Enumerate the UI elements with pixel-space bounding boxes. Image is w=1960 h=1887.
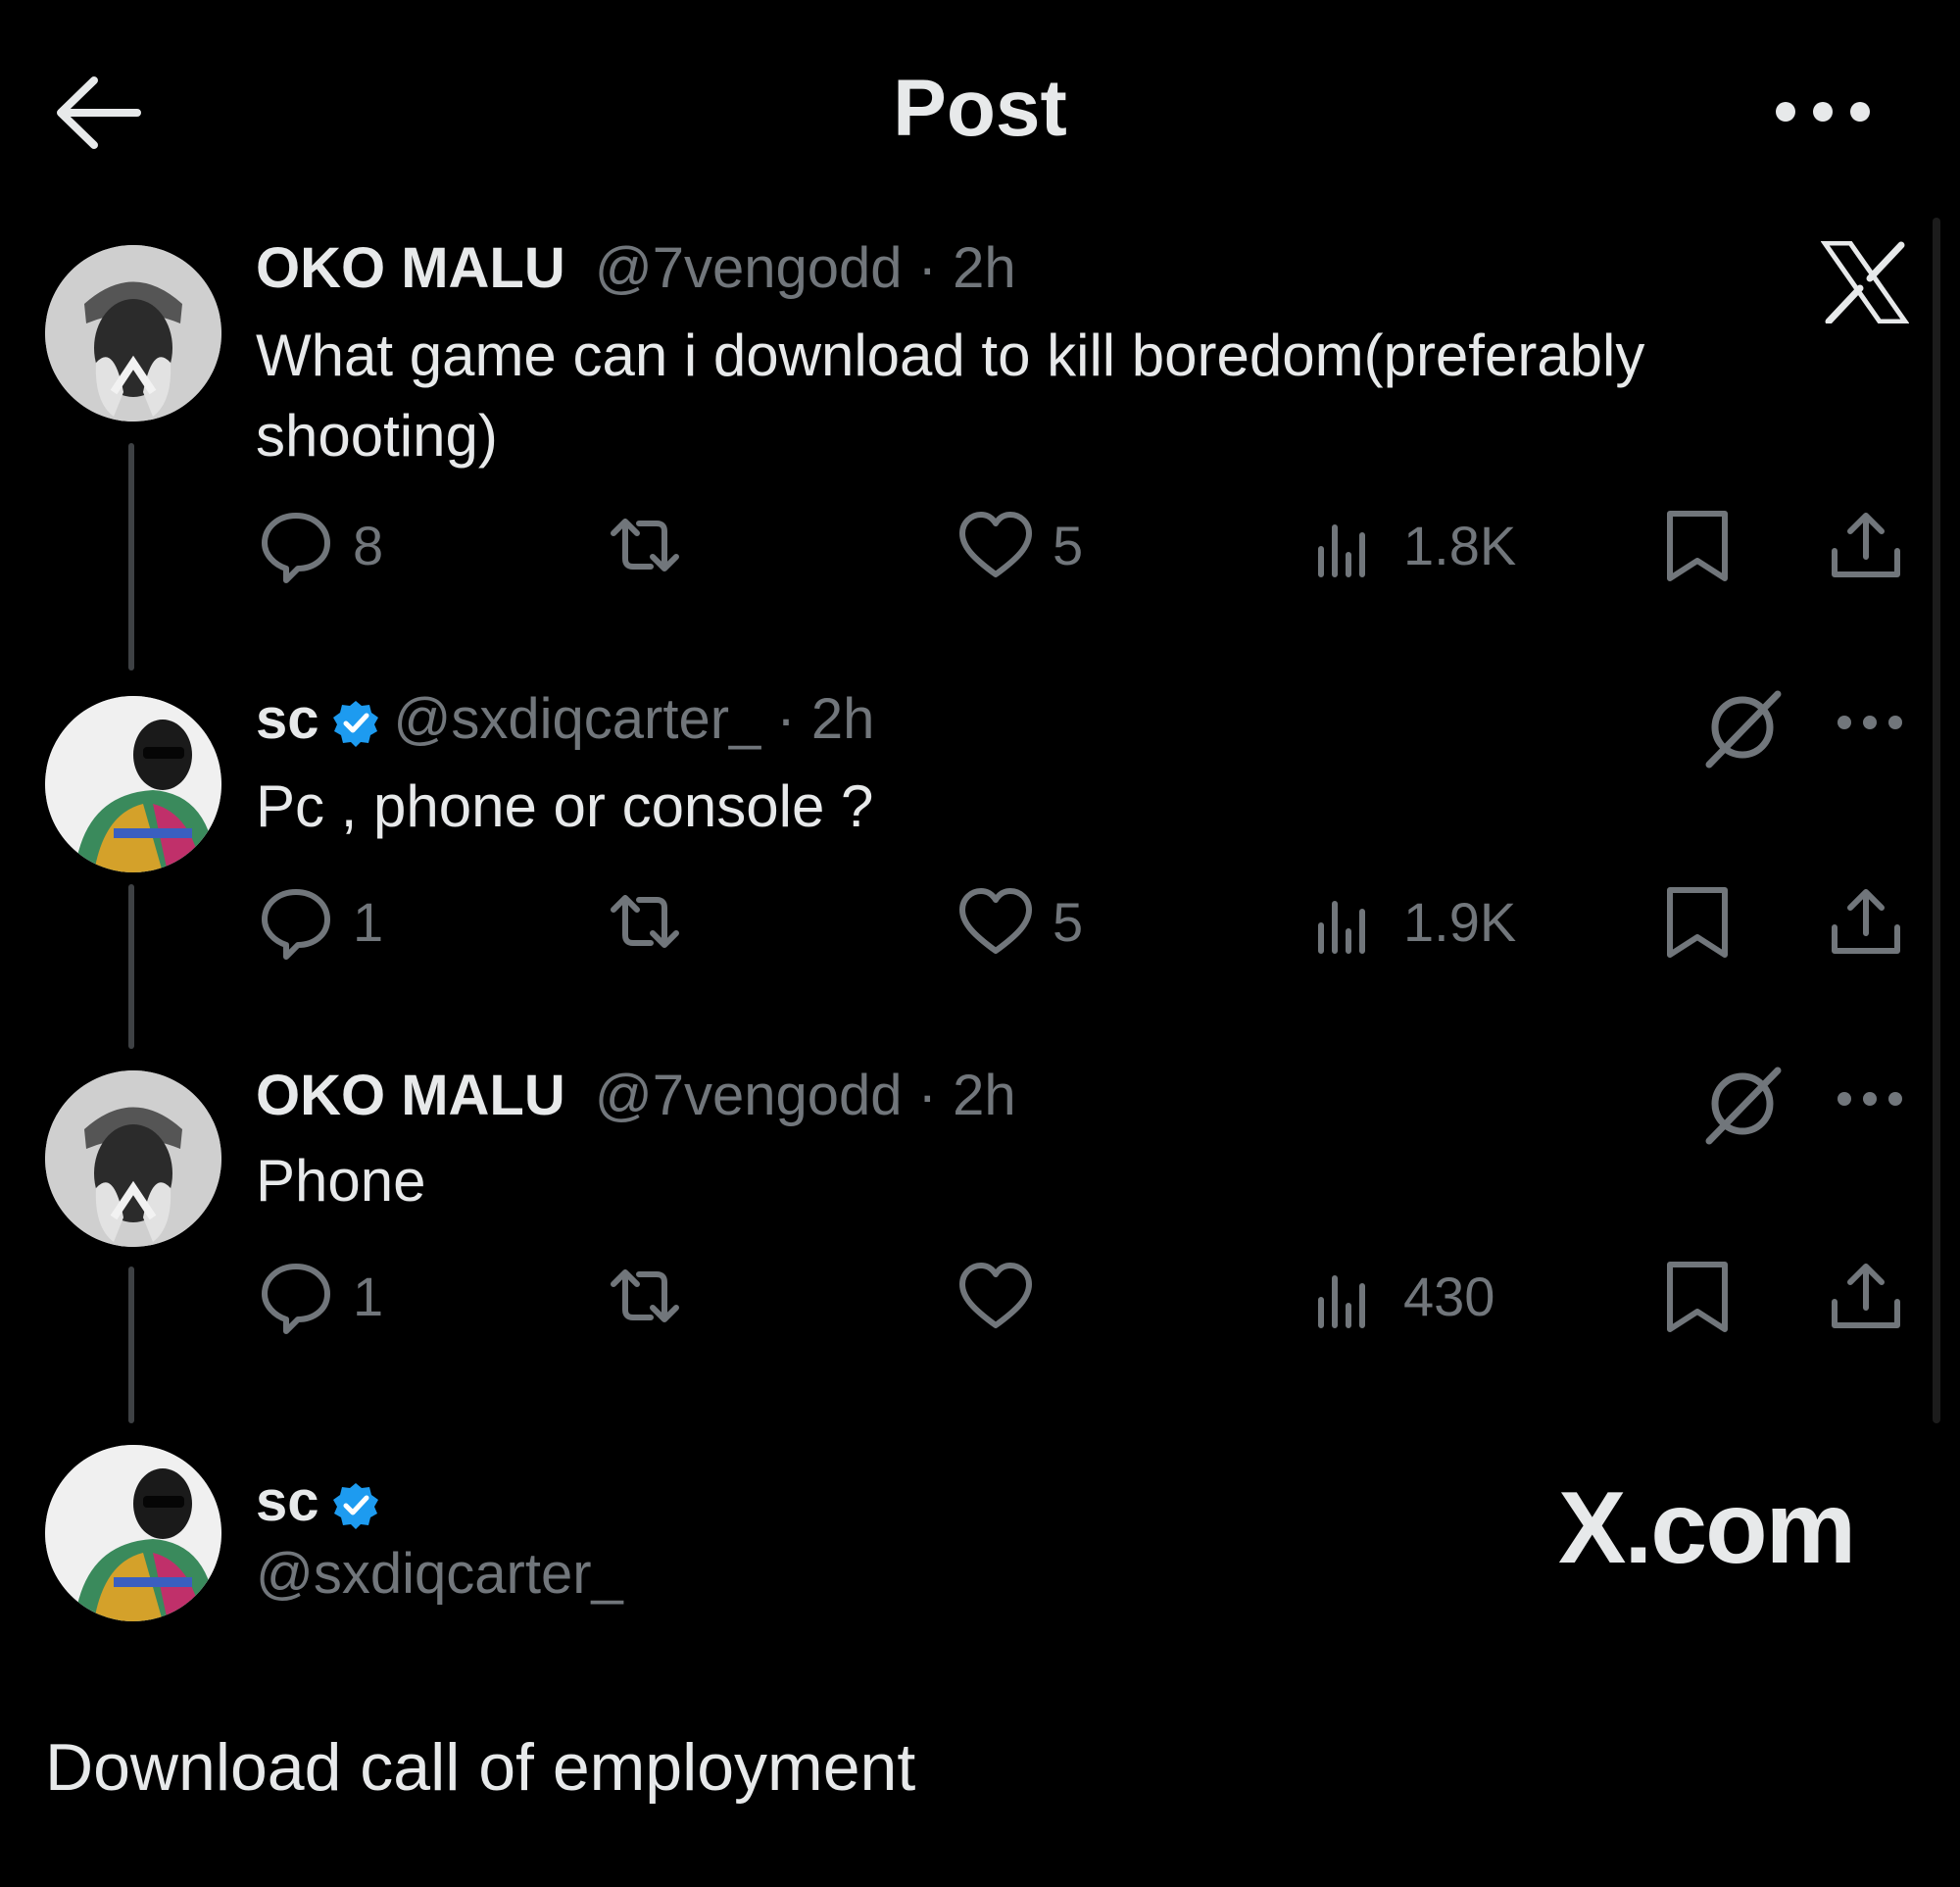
user-handle[interactable]: @7vengodd <box>595 1064 903 1127</box>
watermark-text: X.com <box>1558 1471 1856 1585</box>
page-title: Post <box>893 64 1067 153</box>
view-count: 430 <box>1403 1265 1495 1327</box>
author-name-row: sc <box>256 1468 394 1534</box>
bookmark-button[interactable] <box>1658 1257 1737 1335</box>
repost-icon <box>611 1269 679 1322</box>
reply-count: 1 <box>353 1265 384 1327</box>
like-button[interactable]: 5 <box>956 882 1083 961</box>
repost-button[interactable] <box>606 1257 702 1335</box>
heart-icon <box>959 888 1032 954</box>
timestamp[interactable]: · 2h <box>760 687 874 751</box>
heart-icon <box>959 512 1032 577</box>
bookmark-icon <box>1667 1262 1728 1332</box>
like-button[interactable]: 5 <box>956 506 1083 584</box>
like-count: 5 <box>1053 890 1084 953</box>
grok-icon[interactable] <box>1701 686 1784 769</box>
display-name[interactable]: sc <box>256 687 319 751</box>
bookmark-icon <box>1667 511 1728 581</box>
scrollbar[interactable] <box>1933 218 1940 1423</box>
reply-icon <box>262 889 330 960</box>
reply-icon <box>262 1264 330 1334</box>
avatar[interactable] <box>45 1070 221 1247</box>
thread-line <box>128 1266 134 1423</box>
thread-line <box>128 443 134 670</box>
share-icon <box>1832 1264 1900 1328</box>
share-button[interactable] <box>1827 506 1905 584</box>
views-button[interactable]: 1.8K <box>1307 506 1516 584</box>
repost-button[interactable] <box>606 882 702 961</box>
repost-icon <box>611 519 679 571</box>
analytics-icon <box>1318 524 1365 577</box>
thread-line <box>128 884 134 1049</box>
share-button[interactable] <box>1827 882 1905 961</box>
display-name[interactable]: OKO MALU <box>256 1064 565 1127</box>
heart-icon <box>959 1263 1032 1328</box>
repost-button[interactable] <box>606 506 702 584</box>
reply-button[interactable]: 1 <box>257 1257 383 1335</box>
verified-badge-icon <box>332 700 378 747</box>
repost-icon <box>611 895 679 948</box>
avatar[interactable] <box>45 1445 221 1621</box>
post-header: OKO MALU @7vengodd · 2h <box>256 235 1016 301</box>
post-text: Pc , phone or console ? <box>256 773 874 839</box>
more-horizontal-icon <box>1838 1092 1902 1106</box>
reply-icon <box>262 513 330 583</box>
like-button[interactable] <box>956 1257 1053 1335</box>
user-handle[interactable]: @sxdiqcarter_ <box>394 687 761 751</box>
view-count: 1.8K <box>1403 514 1517 576</box>
bookmark-icon <box>1667 887 1728 958</box>
reply-button[interactable]: 8 <box>257 506 383 584</box>
display-name[interactable]: OKO MALU <box>256 236 565 300</box>
views-button[interactable]: 430 <box>1307 1257 1494 1335</box>
share-icon <box>1832 513 1900 577</box>
share-button[interactable] <box>1827 1257 1905 1335</box>
avatar[interactable] <box>45 245 221 422</box>
post-header: sc @sxdiqcarter_ · 2h <box>256 686 874 752</box>
user-handle[interactable]: @sxdiqcarter_ <box>256 1541 623 1607</box>
more-horizontal-icon <box>1776 102 1870 122</box>
more-horizontal-icon <box>1838 716 1902 729</box>
verified-badge-icon <box>332 1482 378 1529</box>
bookmark-button[interactable] <box>1658 882 1737 961</box>
views-button[interactable]: 1.9K <box>1307 882 1516 961</box>
x-logo-icon <box>1821 241 1909 323</box>
timestamp[interactable]: · 2h <box>903 1064 1016 1127</box>
share-icon <box>1832 889 1900 954</box>
more-options-button[interactable] <box>1833 1084 1907 1114</box>
more-options-button[interactable] <box>1833 708 1907 737</box>
like-count: 5 <box>1053 514 1084 576</box>
post-text: What game can i download to kill boredom… <box>256 323 1645 469</box>
view-count: 1.9K <box>1403 890 1517 953</box>
analytics-icon <box>1318 901 1365 954</box>
timestamp[interactable]: · 2h <box>903 236 1016 300</box>
analytics-icon <box>1318 1275 1365 1328</box>
display-name[interactable]: sc <box>256 1469 319 1533</box>
grok-icon[interactable] <box>1701 1063 1784 1145</box>
bookmark-button[interactable] <box>1658 506 1737 584</box>
more-options-button[interactable] <box>1764 82 1882 141</box>
user-handle[interactable]: @7vengodd <box>595 236 903 300</box>
reply-button[interactable]: 1 <box>257 882 383 961</box>
post-text: Download call of employment <box>45 1730 916 1805</box>
post-header: OKO MALU @7vengodd · 2h <box>256 1063 1016 1128</box>
reply-count: 1 <box>353 890 384 953</box>
post-text: Phone <box>256 1148 426 1214</box>
reply-count: 8 <box>353 514 384 576</box>
avatar[interactable] <box>45 696 221 872</box>
